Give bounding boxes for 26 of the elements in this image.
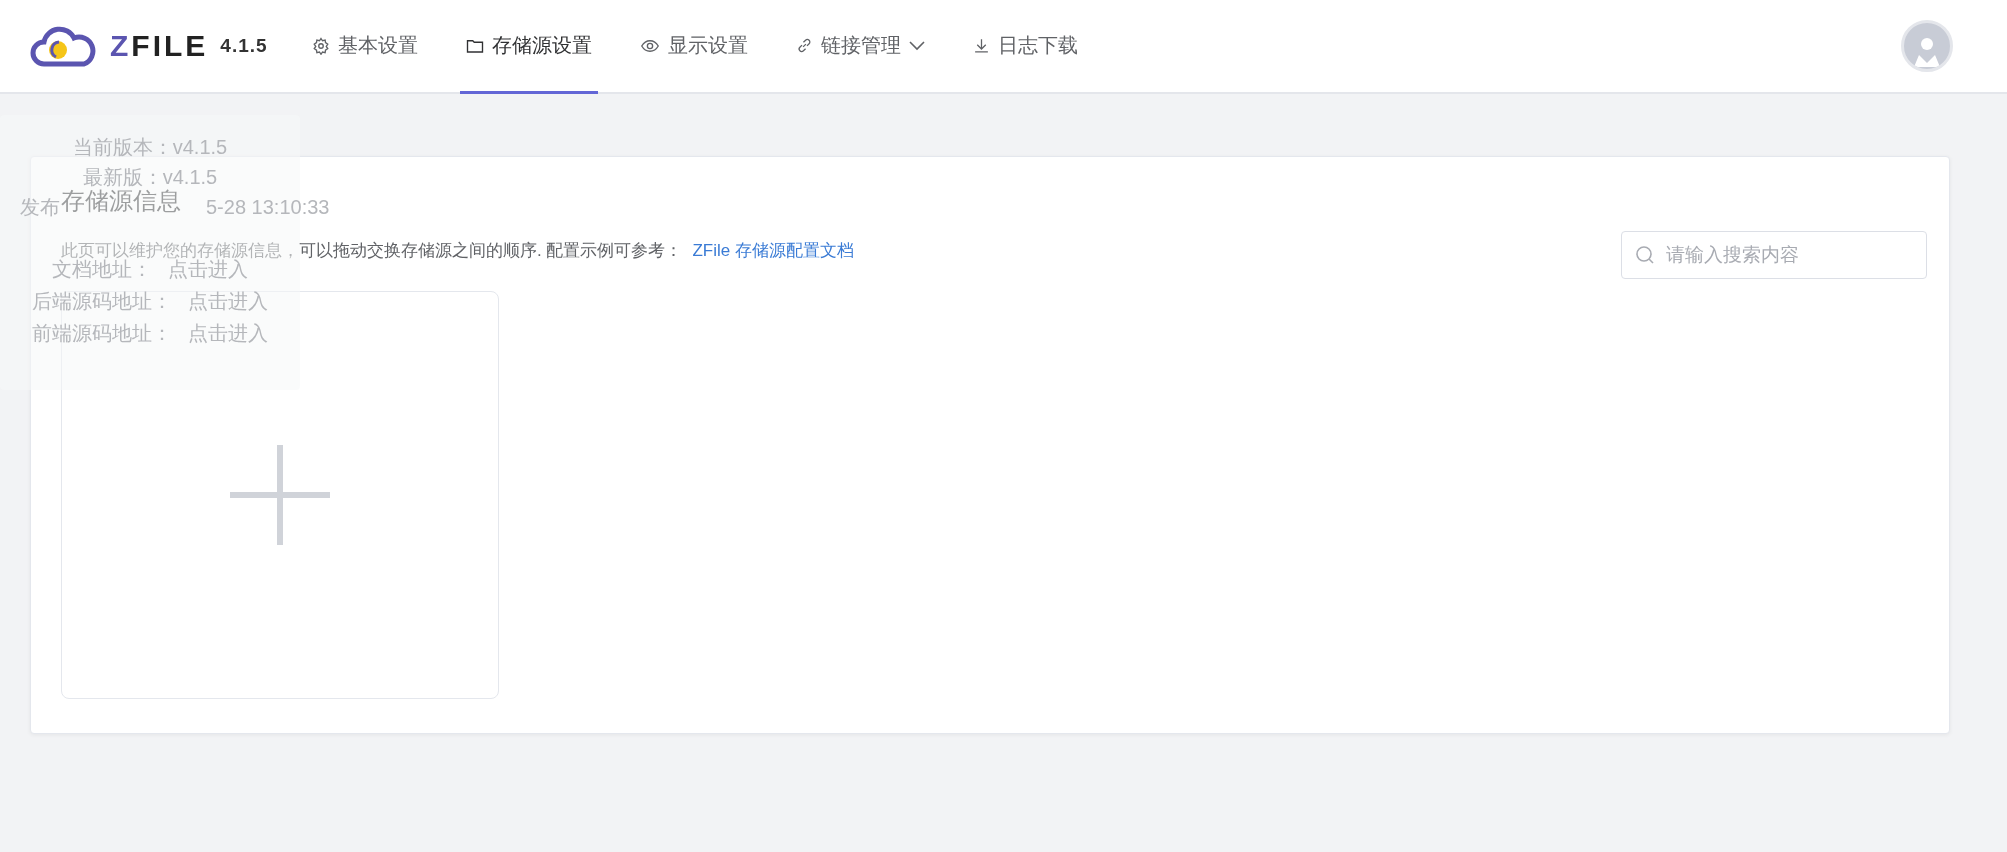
link-label: 文档地址： <box>52 258 152 282</box>
current-version: 当前版本：v4.1.5 <box>72 135 228 160</box>
release-time: 5-28 13:10:33 <box>206 195 330 220</box>
cloud-logo-icon <box>30 24 96 68</box>
doc-link[interactable]: ZFile 存储源配置文档 <box>692 241 854 260</box>
download-icon <box>972 37 990 54</box>
plus-icon <box>230 445 330 545</box>
description-text: 此页可以维护您的存储源信息，可以拖动交换存储源之间的顺序. 配置示例可参考： ZFile 存储源配置文档 <box>61 240 854 260</box>
nav-tab[interactable]: 存储源设置 <box>459 0 598 94</box>
gear-icon <box>311 36 330 55</box>
app-version: 4.1.5 <box>220 35 268 57</box>
link-icon <box>795 37 813 54</box>
link-label: 后端源码地址： <box>32 289 172 314</box>
search-field[interactable]: 请输入搜索内容 <box>1621 231 1927 279</box>
nav-tab[interactable]: 日志下载 <box>966 0 1084 94</box>
nav-tab[interactable]: 显示设置 <box>633 0 754 94</box>
nav-tab[interactable]: 基本设置 <box>305 0 424 94</box>
card-title: 存储源信息 <box>61 187 181 216</box>
nav-tab[interactable]: 链接管理 <box>789 0 931 94</box>
latest-version: 最新版：v4.1.5 <box>82 165 218 189</box>
chevron-down-icon <box>908 40 925 51</box>
search-icon <box>1635 245 1655 265</box>
release-label: 发布 <box>20 195 60 220</box>
link-label: 前端源码地址： <box>32 321 172 346</box>
app-name: ZFILE <box>110 29 209 63</box>
avatar-icon[interactable] <box>1901 20 1953 72</box>
